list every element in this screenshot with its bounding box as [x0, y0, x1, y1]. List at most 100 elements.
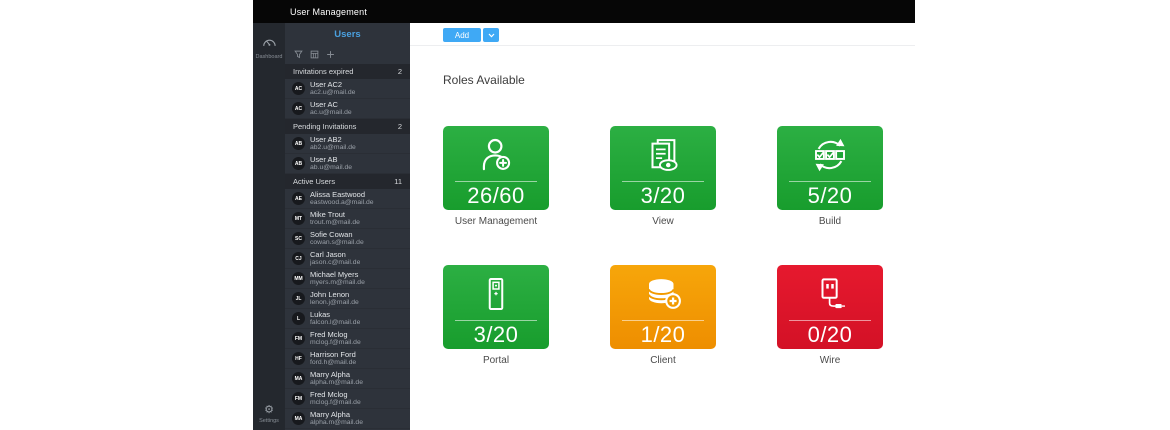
user-email: ford.h@mail.de: [310, 359, 356, 367]
role-tile[interactable]: 3/20 Portal: [443, 265, 549, 366]
page-title: Roles Available: [443, 73, 525, 87]
role-tile[interactable]: 26/60User Management: [443, 126, 549, 227]
nav-rail: Dashboard ⚙ Settings: [253, 23, 285, 430]
user-list-item[interactable]: AB User AB2ab2.u@mail.de: [285, 134, 410, 154]
role-label: Portal: [443, 355, 549, 366]
role-label: View: [610, 216, 716, 227]
avatar: AB: [292, 157, 305, 170]
user-email: mclog.f@mail.de: [310, 399, 361, 407]
user-email: ac.u@mail.de: [310, 109, 352, 117]
avatar: FM: [292, 332, 305, 345]
database-add-icon: [641, 265, 685, 320]
avatar: L: [292, 312, 305, 325]
user-email: trout.m@mail.de: [310, 219, 360, 227]
role-tile[interactable]: 3/20 View: [610, 126, 716, 227]
user-name: User AC2: [310, 80, 355, 89]
user-section-header: Pending Invitations2: [285, 119, 410, 134]
user-name: Lukas: [310, 310, 360, 319]
user-name: Carl Jason: [310, 250, 360, 259]
role-count: 3/20: [641, 182, 686, 210]
gear-icon: ⚙: [264, 405, 274, 416]
user-list-item[interactable]: HF Harrison Fordford.h@mail.de: [285, 349, 410, 369]
avatar: SC: [292, 232, 305, 245]
user-email: alpha.m@mail.de: [310, 379, 363, 387]
user-list-item[interactable]: MTMike Trouttrout.m@mail.de: [285, 209, 410, 229]
user-list-item[interactable]: MA Marry Alphaalpha.m@mail.de: [285, 409, 410, 429]
user-name: Fred Mclog: [310, 390, 361, 399]
user-list-item[interactable]: SCSofie Cowancowan.s@mail.de: [285, 229, 410, 249]
user-name: Marry Alpha: [310, 370, 363, 379]
user-section-header: Invitations expired2: [285, 64, 410, 79]
add-button[interactable]: Add: [443, 28, 481, 42]
role-tile[interactable]: 0/20Wire: [777, 265, 883, 366]
columns-button[interactable]: [310, 50, 319, 59]
role-tile[interactable]: 5/20 Build: [777, 126, 883, 227]
user-list-item[interactable]: ACUser ACac.u@mail.de: [285, 99, 410, 119]
role-label: User Management: [443, 216, 549, 227]
user-email: lenon.j@mail.de: [310, 299, 359, 307]
user-name: Fred Mclog: [310, 330, 361, 339]
user-email: eastwood.a@mail.de: [310, 199, 374, 207]
rail-item-dashboard[interactable]: Dashboard: [253, 23, 285, 60]
user-section-header: Active Users11: [285, 174, 410, 189]
avatar: AB: [292, 137, 305, 150]
role-tile-card: 3/20: [610, 126, 716, 210]
rail-dashboard-label: Dashboard: [256, 54, 283, 60]
user-list-item[interactable]: JLJohn Lenonlenon.j@mail.de: [285, 289, 410, 309]
avatar: AE: [292, 192, 305, 205]
filter-button[interactable]: [294, 50, 303, 59]
build-cycle-icon: [809, 126, 851, 181]
role-label: Build: [777, 216, 883, 227]
user-name: User AB2: [310, 135, 356, 144]
add-user-button[interactable]: [326, 50, 335, 59]
user-list-item[interactable]: CJCarl Jasonjason.c@mail.de: [285, 249, 410, 269]
toolbar-divider: [410, 45, 915, 46]
user-list-item[interactable]: ABUser ABab.u@mail.de: [285, 154, 410, 174]
section-label: Pending Invitations: [293, 122, 356, 131]
role-count: 3/20: [474, 321, 519, 349]
section-count: 11: [394, 177, 402, 186]
user-name: Marry Alpha: [310, 410, 363, 419]
chevron-down-icon: [488, 33, 495, 38]
user-add-icon: [476, 126, 516, 181]
user-email: ab.u@mail.de: [310, 164, 352, 172]
rail-item-settings[interactable]: ⚙ Settings: [253, 405, 285, 424]
user-list-item[interactable]: MAMarry Alphaalpha.m@mail.de: [285, 369, 410, 389]
user-list-item[interactable]: FMFred Mclogmclog.f@mail.de: [285, 389, 410, 409]
user-email: falcon.l@mail.de: [310, 319, 360, 327]
role-tile-card: 5/20: [777, 126, 883, 210]
user-email: alpha.m@mail.de: [310, 419, 363, 427]
user-list-item[interactable]: L Lukasfalcon.l@mail.de: [285, 309, 410, 329]
add-dropdown-button[interactable]: [483, 28, 499, 42]
role-tile[interactable]: 1/20Client: [610, 265, 716, 366]
avatar: MT: [292, 212, 305, 225]
content-area: Add Roles Available 26/60User Management…: [410, 23, 915, 430]
user-list-item[interactable]: MMMichael Myersmyers.m@mail.de: [285, 269, 410, 289]
users-panel: Users Invitations expired2ACUser AC2ac2.…: [285, 23, 410, 430]
user-list-item[interactable]: AE Alissa Eastwoodeastwood.a@mail.de: [285, 189, 410, 209]
user-email: jason.c@mail.de: [310, 259, 360, 267]
avatar: HF: [292, 352, 305, 365]
role-count: 0/20: [808, 321, 853, 349]
section-count: 2: [398, 67, 402, 76]
dashboard-icon: [262, 34, 276, 52]
wire-socket-icon: [810, 265, 850, 320]
avatar: AC: [292, 82, 305, 95]
user-name: Alissa Eastwood: [310, 190, 374, 199]
user-email: ab2.u@mail.de: [310, 144, 356, 152]
user-list-item[interactable]: ACUser AC2ac2.u@mail.de: [285, 79, 410, 99]
document-view-icon: [642, 126, 684, 181]
add-split-button: Add: [443, 28, 499, 42]
user-name: User AC: [310, 100, 352, 109]
role-tile-card: 1/20: [610, 265, 716, 349]
avatar: MA: [292, 412, 305, 425]
user-name: Harrison Ford: [310, 350, 356, 359]
portal-kiosk-icon: [476, 265, 516, 320]
user-list-item[interactable]: FMFred Mclogmclog.f@mail.de: [285, 329, 410, 349]
users-panel-toolbar: [285, 45, 410, 64]
user-name: Michael Myers: [310, 270, 365, 279]
plus-icon: [326, 50, 335, 59]
table-icon: [310, 50, 319, 59]
user-email: myers.m@mail.de: [310, 279, 365, 287]
user-list: Invitations expired2ACUser AC2ac2.u@mail…: [285, 64, 410, 429]
